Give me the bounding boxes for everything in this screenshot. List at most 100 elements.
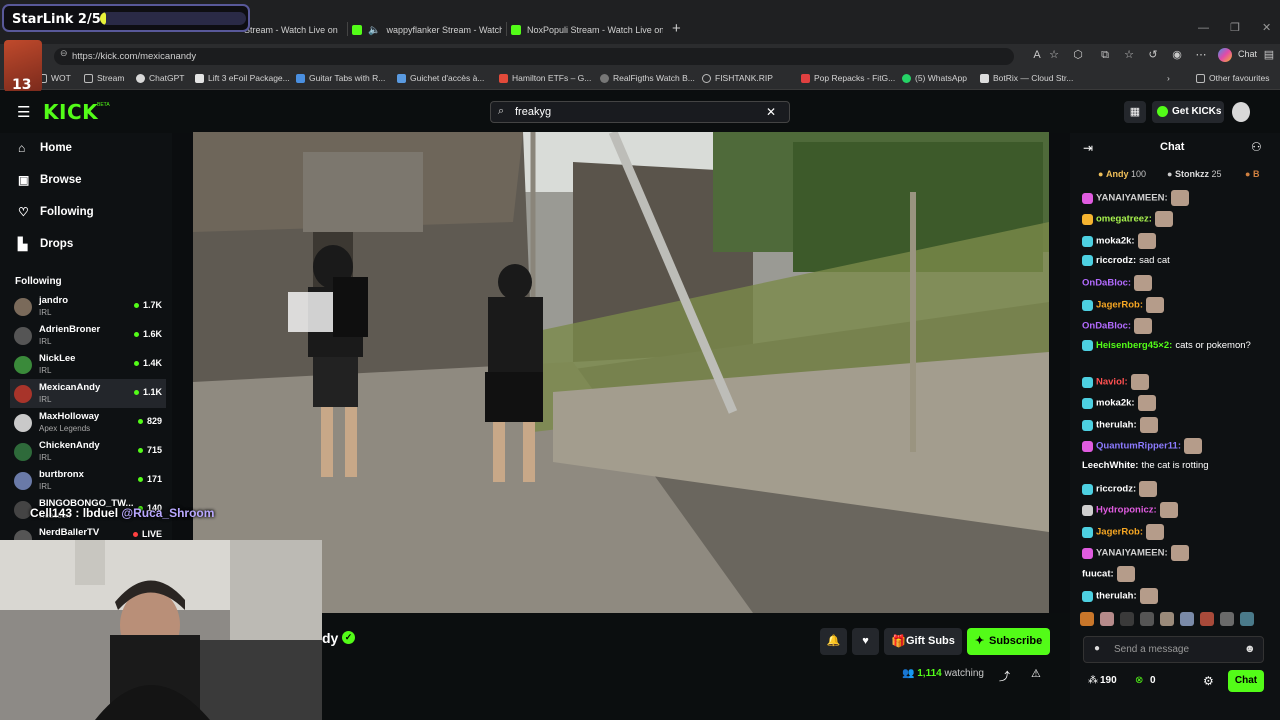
library-icon[interactable]: ▦ [1124, 101, 1146, 123]
maximize-icon[interactable]: ❐ [1230, 21, 1240, 34]
nav-home[interactable]: ⌂ Home [18, 141, 72, 155]
chat-username[interactable]: Naviol: [1096, 377, 1128, 388]
following-item[interactable]: AdrienBroner IRL 1.6K [10, 321, 166, 350]
chat-username[interactable]: omegatreez: [1096, 214, 1152, 225]
split-screen-icon[interactable]: ⧉ [1098, 48, 1112, 62]
chat-username[interactable]: riccrodz: [1096, 484, 1136, 495]
bookmark-item[interactable]: RealFigths Watch B... [600, 73, 695, 83]
subscribe-button[interactable]: ✦ Subscribe [967, 628, 1050, 655]
following-item[interactable]: jandro IRL 1.7K [10, 292, 166, 321]
gift-subs-button[interactable]: 🎁 Gift Subs [884, 628, 962, 655]
emote-icon[interactable] [1140, 612, 1154, 626]
clear-search-icon[interactable]: ✕ [766, 105, 776, 119]
new-tab-button[interactable]: + [672, 20, 681, 37]
more-menu-icon[interactable]: ⋯ [1194, 48, 1208, 62]
bookmark-item[interactable]: FISHTANK.RIP [702, 73, 773, 83]
emote-icon[interactable] [1220, 612, 1234, 626]
chat-settings-gear-icon[interactable]: ⚙ [1203, 674, 1214, 688]
chat-send-button[interactable]: Chat [1228, 670, 1264, 692]
following-item-active[interactable]: MexicanAndy IRL 1.1K [10, 379, 166, 408]
profile-icon[interactable]: ◉ [1170, 48, 1184, 62]
chat-message[interactable]: OnDaBloc: [1082, 275, 1272, 291]
copilot-chat-label[interactable]: Chat [1238, 49, 1257, 59]
bookmark-item[interactable]: Guichet d'accès à... [397, 73, 484, 83]
speaker-icon[interactable]: 🔈 [368, 25, 380, 36]
bookmark-item[interactable]: BotRix — Cloud Str... [980, 73, 1073, 83]
chat-username[interactable]: Heisenberg45×2: [1096, 340, 1172, 351]
following-item[interactable]: NickLee IRL 1.4K [10, 350, 166, 379]
chat-username[interactable]: OnDaBloc: [1082, 321, 1131, 332]
following-item[interactable]: MaxHolloway Apex Legends 829 [10, 408, 166, 437]
following-item[interactable]: burtbronx IRL 171 [10, 466, 166, 495]
chat-message[interactable]: therulah: [1082, 588, 1272, 604]
chat-message[interactable]: JagerRob: [1082, 524, 1272, 540]
chat-message[interactable]: riccrodz: sad cat [1082, 254, 1272, 267]
chat-message[interactable]: Heisenberg45×2: cats or pokemon? [1082, 339, 1272, 352]
emote-icon[interactable] [1240, 612, 1254, 626]
chat-message[interactable]: YANAIYAMEEN: [1082, 190, 1272, 206]
emote-icon[interactable] [1100, 612, 1114, 626]
chat-username[interactable]: moka2k: [1096, 398, 1135, 409]
emote-icon[interactable] [1180, 612, 1194, 626]
emote-icon[interactable] [1160, 612, 1174, 626]
following-item[interactable]: NerdBallerTV LIVE [10, 524, 166, 540]
sidebar-toggle-icon[interactable]: ▤ [1262, 48, 1276, 62]
emoji-icon[interactable]: ☻ [1244, 643, 1256, 655]
emote-icon[interactable] [1200, 612, 1214, 626]
browser-tab[interactable]: Stream - Watch Live on✕ [244, 18, 344, 42]
chat-message[interactable]: moka2k: [1082, 233, 1272, 249]
bookmarks-chevron-icon[interactable]: › [1167, 73, 1170, 83]
chat-message-input[interactable]: ● Send a message ☻ [1083, 636, 1264, 663]
chat-message[interactable]: JagerRob: [1082, 297, 1272, 313]
chat-message[interactable]: YANAIYAMEEN: [1082, 545, 1272, 561]
nav-browse[interactable]: ▣ Browse [18, 173, 82, 187]
chat-username[interactable]: Hydroponicz: [1096, 505, 1157, 516]
kick-logo[interactable]: KICK [43, 100, 98, 124]
chat-username[interactable]: OnDaBloc: [1082, 278, 1131, 289]
history-icon[interactable]: ↺ [1146, 48, 1160, 62]
url-field[interactable]: https://kick.com/mexicanandy [54, 48, 1014, 65]
chat-message[interactable]: LeechWhite: the cat is rotting [1082, 459, 1272, 472]
chat-message[interactable]: QuantumRipper11: [1082, 438, 1272, 454]
chat-username[interactable]: YANAIYAMEEN: [1096, 548, 1168, 559]
chat-username[interactable]: therulah: [1096, 420, 1137, 431]
user-avatar[interactable] [1232, 102, 1250, 122]
minimize-icon[interactable]: — [1198, 22, 1209, 34]
favorite-star-icon[interactable]: ☆ [1047, 48, 1061, 62]
chat-message[interactable]: OnDaBloc: [1082, 318, 1272, 334]
bookmark-item[interactable]: Pop Repacks - FitG... [801, 73, 895, 83]
bookmark-item[interactable]: Hamilton ETFs – G... [499, 73, 591, 83]
nav-drops[interactable]: ▙ Drops [18, 237, 73, 251]
bookmark-item[interactable]: Stream [84, 73, 124, 83]
page-info-icon[interactable]: ⊖ [60, 48, 68, 59]
follow-heart-icon[interactable]: ♥ [852, 628, 879, 655]
chat-username[interactable]: YANAIYAMEEN: [1096, 193, 1168, 204]
get-kicks-button[interactable]: Get KICKs [1152, 101, 1224, 123]
window-close-icon[interactable]: ✕ [1262, 21, 1271, 34]
chat-username[interactable]: JagerRob: [1096, 527, 1143, 538]
browser-tab[interactable]: 🔈 wappyflanker Stream - Watch✕ [352, 18, 502, 42]
chat-username[interactable]: riccrodz: [1096, 255, 1136, 266]
nav-following[interactable]: ♡ Following [18, 205, 94, 219]
copilot-icon[interactable] [1218, 48, 1232, 62]
read-aloud-icon[interactable]: A [1030, 48, 1044, 62]
chat-username[interactable]: fuucat: [1082, 569, 1114, 580]
extensions-icon[interactable]: ⬡ [1071, 48, 1085, 62]
chat-settings-bubble-icon[interactable]: ● [1094, 643, 1100, 654]
hamburger-menu-icon[interactable]: ☰ [17, 103, 30, 121]
chat-message[interactable]: moka2k: [1082, 395, 1272, 411]
chat-users-icon[interactable]: ⚇ [1251, 140, 1262, 154]
bookmark-item[interactable]: WOT [38, 73, 71, 83]
chat-username[interactable]: JagerRob: [1096, 300, 1143, 311]
chat-message[interactable]: omegatreez: [1082, 211, 1272, 227]
share-icon[interactable]: ⤴ [999, 668, 1010, 684]
bookmark-item[interactable]: (5) WhatsApp [902, 73, 967, 83]
notification-bell-icon[interactable]: 🔔 [820, 628, 847, 655]
following-item[interactable]: ChickenAndy IRL 715 [10, 437, 166, 466]
chat-message[interactable]: Naviol: [1082, 374, 1272, 390]
bookmark-item[interactable]: ChatGPT [136, 73, 184, 83]
chat-message[interactable]: riccrodz: [1082, 481, 1272, 497]
other-favourites[interactable]: Other favourites [1196, 73, 1269, 83]
report-warning-icon[interactable]: ⚠ [1031, 667, 1041, 680]
favorites-icon[interactable]: ☆ [1122, 48, 1136, 62]
